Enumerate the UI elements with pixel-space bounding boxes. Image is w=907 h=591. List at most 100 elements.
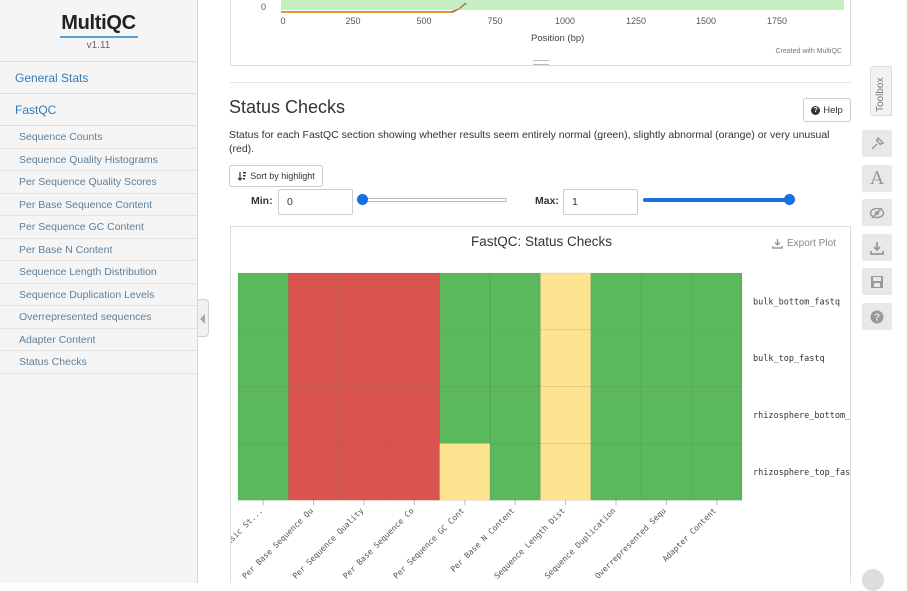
brand[interactable]: MultiQC v1.11	[0, 0, 197, 62]
heatmap-cell[interactable]	[388, 443, 440, 501]
toolbox-tab[interactable]: Toolbox	[870, 66, 892, 116]
sidebar-item-sequence-quality-histograms[interactable]: Sequence Quality Histograms	[0, 149, 197, 171]
heatmap-cell[interactable]	[288, 329, 340, 387]
section-divider	[230, 82, 851, 83]
multiqc-logo[interactable]: MultiQC	[0, 12, 197, 35]
x-axis-title: Position (bp)	[531, 33, 585, 44]
min-input[interactable]: 0	[278, 189, 353, 215]
heatmap-cell[interactable]	[288, 386, 340, 444]
status-checks-plot: FastQC: Status Checks Export Plot bulk_b…	[230, 226, 851, 583]
help-tool-button[interactable]: ?	[862, 303, 892, 330]
toolbox-label: Toolbox	[875, 77, 886, 112]
sidebar-item-general-stats[interactable]: General Stats	[0, 62, 197, 94]
sidebar-item-per-sequence-gc-content[interactable]: Per Sequence GC Content	[0, 216, 197, 239]
sidebar-item-per-sequence-quality-scores[interactable]: Per Sequence Quality Scores	[0, 171, 197, 194]
plot-credit: Created with MultiQC	[775, 48, 842, 55]
eye-slash-icon	[869, 206, 885, 219]
heatmap-cell[interactable]	[691, 329, 743, 387]
sidebar-item-sequence-length-distribution[interactable]: Sequence Length Distribution	[0, 261, 197, 284]
sidebar-item-overrepresented-sequences[interactable]: Overrepresented sequences	[0, 306, 197, 329]
x-tick: 1000	[554, 16, 576, 26]
heatmap-cell[interactable]	[237, 386, 289, 444]
heatmap-cell[interactable]	[540, 329, 592, 387]
sort-by-highlight-button[interactable]: Sort by highlight	[229, 165, 323, 187]
heatmap-cell[interactable]	[439, 329, 491, 387]
heatmap-cell[interactable]	[388, 329, 440, 387]
heatmap-cell[interactable]	[489, 272, 541, 331]
download-icon	[870, 241, 884, 255]
heatmap-cell[interactable]	[691, 386, 743, 444]
x-tick: 250	[345, 16, 361, 26]
heatmap-cell[interactable]	[338, 386, 390, 444]
max-slider-handle[interactable]	[784, 194, 795, 205]
heatmap-cell[interactable]	[237, 443, 289, 501]
x-tick: 1750	[766, 16, 788, 26]
row-label: rhizosphere_top_fast	[753, 468, 850, 478]
heatmap-cell[interactable]	[590, 386, 642, 444]
sidebar-collapse-handle[interactable]	[198, 299, 209, 337]
heatmap-cell[interactable]	[237, 329, 289, 387]
max-slider-track[interactable]	[643, 198, 790, 202]
heatmap-cell[interactable]	[640, 386, 692, 444]
pin-icon	[871, 136, 884, 150]
x-tick: 1500	[695, 16, 717, 26]
help-label: Help	[823, 104, 843, 116]
scroll-to-top-button[interactable]	[862, 569, 884, 591]
version-label: v1.11	[86, 40, 111, 51]
y-tick: 0	[261, 2, 267, 12]
sort-label: Sort by highlight	[250, 171, 315, 181]
heatmap-cell[interactable]	[691, 443, 743, 501]
plot-lines	[281, 2, 468, 13]
plot-area	[281, 0, 844, 13]
sidebar-item-adapter-content[interactable]: Adapter Content	[0, 329, 197, 351]
sidebar-item-sequence-counts[interactable]: Sequence Counts	[0, 126, 197, 149]
heatmap-cell[interactable]	[338, 272, 390, 331]
column-label: Basic St...	[231, 506, 265, 550]
min-slider-track[interactable]	[362, 198, 507, 202]
heatmap-cell[interactable]	[540, 443, 592, 501]
heatmap-cell[interactable]	[590, 272, 642, 331]
heatmap-cell[interactable]	[439, 272, 491, 331]
export-tool-button[interactable]	[862, 234, 892, 261]
heatmap-cell[interactable]	[489, 386, 541, 444]
heatmap-cell[interactable]	[590, 443, 642, 501]
heatmap-cell[interactable]	[640, 272, 692, 331]
svg-text:?: ?	[874, 312, 880, 323]
heatmap-cell[interactable]	[288, 443, 340, 501]
max-input[interactable]: 1	[563, 189, 638, 215]
sidebar-item-sequence-duplication-levels[interactable]: Sequence Duplication Levels	[0, 284, 197, 306]
heatmap-cell[interactable]	[640, 443, 692, 501]
pin-button[interactable]	[862, 130, 892, 157]
heatmap-cell[interactable]	[388, 386, 440, 444]
heatmap-cell[interactable]	[540, 386, 592, 444]
hide-button[interactable]	[862, 199, 892, 226]
max-label: Max:	[535, 195, 559, 207]
heatmap-cell[interactable]	[489, 443, 541, 501]
resize-handle[interactable]	[533, 60, 549, 65]
min-slider-handle[interactable]	[357, 194, 368, 205]
rename-button[interactable]: A	[862, 165, 892, 192]
heatmap-cell[interactable]	[439, 443, 491, 501]
sidebar-item-status-checks[interactable]: Status Checks	[0, 351, 197, 374]
section-title: Status Checks	[229, 97, 346, 117]
heatmap-cell[interactable]	[288, 272, 340, 331]
sidebar-item-per-base-sequence-content[interactable]: Per Base Sequence Content	[0, 194, 197, 216]
heatmap-cell[interactable]	[338, 443, 390, 501]
heatmap-cell[interactable]	[388, 272, 440, 331]
heatmap-cell[interactable]	[489, 329, 541, 387]
heatmap-cell[interactable]	[640, 329, 692, 387]
row-label: rhizosphere_bottom_f	[753, 411, 850, 421]
heatmap-cell[interactable]	[237, 272, 289, 331]
save-icon	[871, 275, 883, 288]
per-base-plot-fragment: 0 0 250 500 750 1000 1250 1500 1750 Posi…	[230, 0, 851, 66]
heatmap-cell[interactable]	[691, 272, 743, 331]
help-button[interactable]: ? Help	[803, 98, 851, 122]
question-icon: ?	[870, 310, 884, 323]
sidebar-item-fastqc[interactable]: FastQC	[0, 94, 197, 126]
save-button[interactable]	[862, 268, 892, 295]
heatmap-cell[interactable]	[590, 329, 642, 387]
heatmap-cell[interactable]	[439, 386, 491, 444]
heatmap-cell[interactable]	[338, 329, 390, 387]
heatmap-cell[interactable]	[540, 272, 592, 331]
sidebar-item-per-base-n-content[interactable]: Per Base N Content	[0, 239, 197, 261]
